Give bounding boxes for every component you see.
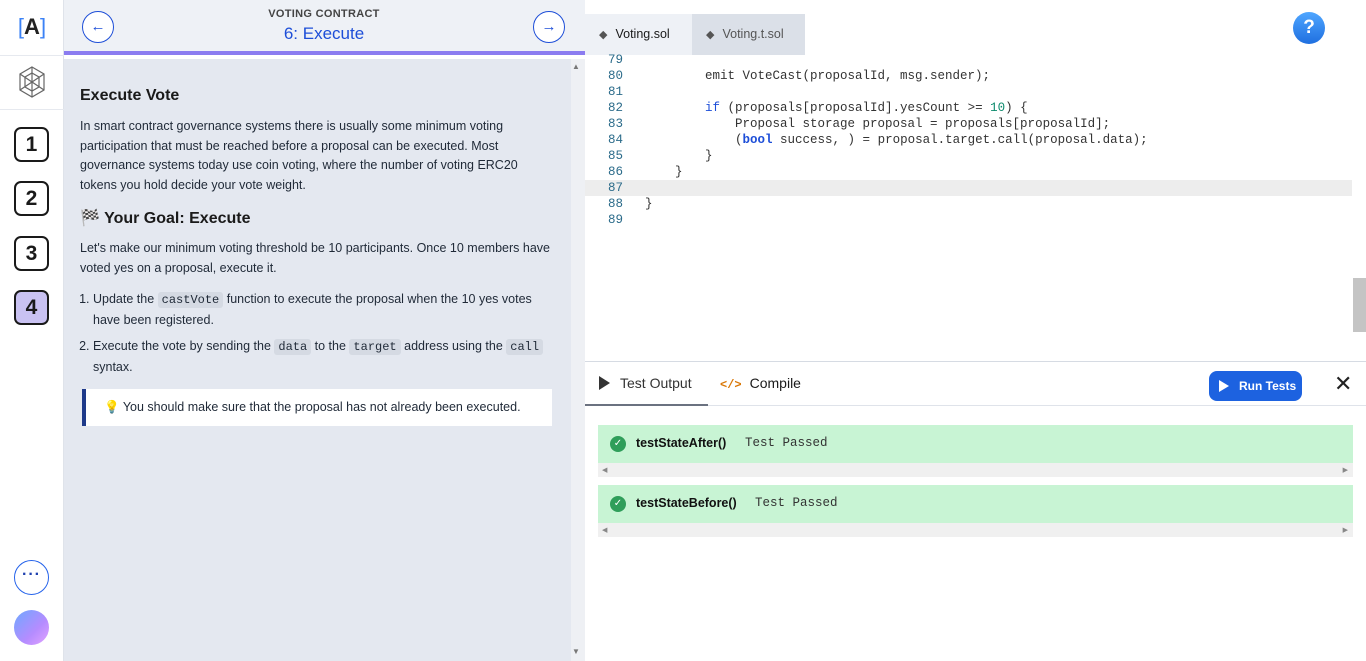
- check-circle-icon: ✓: [610, 436, 626, 452]
- lesson-intro: In smart contract governance systems the…: [80, 119, 518, 192]
- more-options-button[interactable]: ···: [14, 560, 49, 595]
- code-editor[interactable]: 79 80 emit VoteCast(proposalId, msg.send…: [585, 53, 1366, 361]
- arrow-right-icon: →: [541, 18, 557, 35]
- lightbulb-icon: 💡: [104, 400, 120, 414]
- code-line: 80 emit VoteCast(proposalId, msg.sender)…: [607, 69, 991, 83]
- code-line: 81: [607, 85, 623, 99]
- ethereum-icon: ◆: [706, 29, 715, 41]
- user-avatar[interactable]: [14, 610, 49, 645]
- ethereum-icon: ◆: [599, 29, 608, 41]
- inline-code: castVote: [157, 292, 224, 308]
- result-scrollbar[interactable]: ◀ ▶: [598, 523, 1353, 537]
- test-name: testStateBefore(): [636, 496, 737, 510]
- result-scrollbar[interactable]: ◀ ▶: [598, 463, 1353, 477]
- code-line: 85 }: [607, 149, 713, 163]
- code-icon: </>: [720, 378, 742, 392]
- checkered-flag-icon: 🏁: [80, 210, 100, 227]
- scroll-right-icon[interactable]: ▶: [1343, 466, 1348, 474]
- help-button[interactable]: ?: [1293, 12, 1325, 44]
- lesson-scrollbar[interactable]: [571, 59, 585, 661]
- rail-divider: [0, 55, 64, 56]
- tab-voting-sol[interactable]: ◆ Voting.sol: [585, 14, 692, 55]
- code-line: 84 (bool success, ) = proposal.target.ca…: [607, 133, 1148, 147]
- step-1-button[interactable]: 1: [14, 127, 49, 162]
- goal-step: Execute the vote by sending the data to …: [93, 336, 552, 377]
- left-rail: [A] 1 2 3 4 ···: [0, 0, 64, 661]
- test-panel: Test Output </> Compile Run Tests ✕ ✓ tes…: [585, 361, 1366, 661]
- tip-box: 💡 You should make sure that the proposal…: [82, 389, 552, 426]
- play-icon: [1219, 380, 1229, 392]
- lesson-title: 6: Execute: [283, 24, 365, 43]
- next-lesson-button[interactable]: →: [533, 11, 565, 43]
- test-result: ✓ testStateBefore() Test Passed ◀ ▶: [598, 485, 1353, 537]
- lesson-content: Execute Vote In smart contract governanc…: [64, 59, 571, 661]
- rail-divider: [0, 109, 64, 110]
- code-line: 83 Proposal storage proposal = proposals…: [607, 117, 1111, 131]
- code-line: 88}: [607, 197, 653, 211]
- tab-voting-t-sol[interactable]: ◆ Voting.t.sol: [692, 14, 805, 55]
- alchemy-logo[interactable]: [A]: [14, 12, 50, 42]
- code-line: 89: [607, 213, 623, 227]
- goal-steps: Update the castVote function to execute …: [80, 289, 552, 377]
- code-line: 79: [607, 53, 623, 67]
- code-line: 82 if (proposals[proposalId].yesCount >=…: [607, 101, 1028, 115]
- scroll-left-icon[interactable]: ◀: [602, 526, 607, 534]
- scroll-right-icon[interactable]: ▶: [1343, 526, 1348, 534]
- code-line: 86 }: [607, 165, 683, 179]
- lesson-heading: Execute Vote: [80, 87, 180, 104]
- step-3-button[interactable]: 3: [14, 236, 49, 271]
- test-status: Test Passed: [745, 436, 828, 450]
- test-result: ✓ testStateAfter() Test Passed ◀ ▶: [598, 425, 1353, 477]
- test-status: Test Passed: [755, 496, 838, 510]
- previous-lesson-button[interactable]: ←: [82, 11, 114, 43]
- course-name: VOTING CONTRACT: [268, 8, 380, 20]
- tab-test-output[interactable]: Test Output: [585, 362, 708, 406]
- scroll-up-icon[interactable]: ▲: [572, 62, 580, 71]
- test-name: testStateAfter(): [636, 436, 727, 450]
- check-circle-icon: ✓: [610, 496, 626, 512]
- close-icon[interactable]: ✕: [1334, 373, 1352, 395]
- run-tests-button[interactable]: Run Tests: [1209, 371, 1302, 401]
- code-line-current: 87: [585, 180, 1352, 196]
- goal-step: Update the castVote function to execute …: [93, 289, 552, 330]
- goal-heading: 🏁 Your Goal: Execute: [80, 210, 251, 227]
- scroll-left-icon[interactable]: ◀: [602, 466, 607, 474]
- play-icon: [599, 376, 610, 390]
- goal-text: Let's make our minimum voting threshold …: [80, 241, 550, 275]
- inline-code: target: [349, 339, 401, 355]
- arrow-left-icon: ←: [90, 18, 106, 35]
- ethereum-hex-icon[interactable]: [18, 66, 46, 98]
- step-2-button[interactable]: 2: [14, 181, 49, 216]
- editor-tabs: ◆ Voting.sol ◆ Voting.t.sol ?: [585, 0, 1366, 55]
- tab-compile[interactable]: </> Compile: [720, 362, 801, 406]
- step-4-button[interactable]: 4: [14, 290, 49, 325]
- scroll-down-icon[interactable]: ▼: [572, 647, 580, 656]
- test-panel-tabs: Test Output </> Compile Run Tests ✕: [585, 362, 1366, 406]
- lesson-header: ← VOTING CONTRACT 6: Execute →: [64, 0, 585, 55]
- inline-code: data: [274, 339, 312, 355]
- editor-scrollbar-thumb[interactable]: [1353, 278, 1366, 332]
- inline-code: call: [506, 339, 544, 355]
